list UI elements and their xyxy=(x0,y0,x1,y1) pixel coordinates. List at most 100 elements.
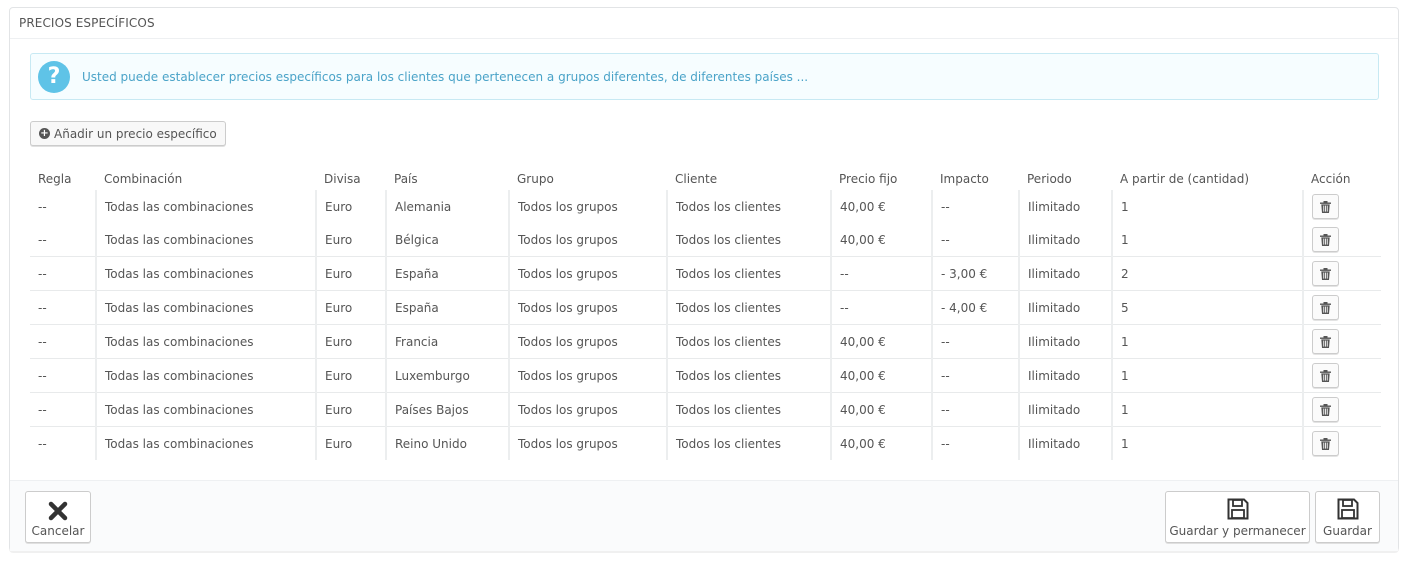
cell-pais: Países Bajos xyxy=(385,392,509,427)
delete-button[interactable] xyxy=(1312,261,1339,286)
save-button[interactable]: Guardar xyxy=(1315,491,1380,543)
cell-combinacion: Todas las combinaciones xyxy=(95,190,316,223)
cell-grupo: Todos los grupos xyxy=(508,223,667,257)
cell-impacto: -- xyxy=(931,392,1019,427)
cell-cantidad: 1 xyxy=(1111,190,1303,223)
cell-precio-fijo: 40,00 € xyxy=(830,426,932,460)
cell-pais: España xyxy=(385,256,509,291)
cell-periodo: Ilimitado xyxy=(1018,392,1112,427)
specific-prices-table: Regla Combinación Divisa País Grupo Clie… xyxy=(30,168,1381,460)
cancel-button[interactable]: Cancelar xyxy=(25,491,91,543)
delete-button[interactable] xyxy=(1312,295,1339,320)
cell-precio-fijo: 40,00 € xyxy=(830,392,932,427)
cell-precio-fijo: -- xyxy=(830,256,932,291)
cell-combinacion: Todas las combinaciones xyxy=(95,223,316,257)
header-precio-fijo: Precio fijo xyxy=(839,172,898,186)
panel-footer: Cancelar Guardar y permanecer Guardar xyxy=(10,480,1398,551)
trash-icon xyxy=(1320,403,1331,416)
cell-accion xyxy=(1302,290,1381,325)
cell-periodo: Ilimitado xyxy=(1018,190,1112,223)
cell-regla: -- xyxy=(38,199,47,214)
info-alert: ? Usted puede establecer precios específ… xyxy=(30,53,1379,100)
save-and-stay-button[interactable]: Guardar y permanecer xyxy=(1165,491,1310,543)
trash-icon xyxy=(1320,233,1331,246)
cell-periodo: Ilimitado xyxy=(1018,358,1112,393)
delete-button[interactable] xyxy=(1312,329,1339,354)
table-header-row: Regla Combinación Divisa País Grupo Clie… xyxy=(30,168,1381,190)
trash-icon xyxy=(1320,369,1331,382)
cell-grupo: Todos los grupos xyxy=(508,358,667,393)
cell-cliente: Todos los clientes xyxy=(666,392,831,427)
cell-periodo: Ilimitado xyxy=(1018,256,1112,291)
cell-regla: -- xyxy=(38,334,47,349)
header-regla: Regla xyxy=(38,172,72,186)
cell-impacto: -- xyxy=(931,324,1019,359)
cell-pais: España xyxy=(385,290,509,325)
table-row: -- Todas las combinaciones Euro Reino Un… xyxy=(30,426,1381,460)
cell-pais: Reino Unido xyxy=(385,426,509,460)
cell-divisa: Euro xyxy=(315,256,386,291)
cell-precio-fijo: -- xyxy=(830,290,932,325)
floppy-disk-icon xyxy=(1227,498,1248,520)
cell-grupo: Todos los grupos xyxy=(508,290,667,325)
cell-divisa: Euro xyxy=(315,324,386,359)
cell-cantidad: 1 xyxy=(1111,392,1303,427)
delete-button[interactable] xyxy=(1312,431,1339,456)
close-icon xyxy=(48,501,68,521)
cell-cliente: Todos los clientes xyxy=(666,190,831,223)
cancel-label: Cancelar xyxy=(31,524,85,538)
cell-cliente: Todos los clientes xyxy=(666,324,831,359)
trash-icon xyxy=(1320,301,1331,314)
cell-cantidad: 1 xyxy=(1111,426,1303,460)
cell-periodo: Ilimitado xyxy=(1018,223,1112,257)
cell-cliente: Todos los clientes xyxy=(666,256,831,291)
cell-impacto: -- xyxy=(931,358,1019,393)
cell-pais: Alemania xyxy=(385,190,509,223)
save-label: Guardar xyxy=(1323,524,1372,538)
cell-grupo: Todos los grupos xyxy=(508,426,667,460)
cell-accion xyxy=(1302,392,1381,427)
cell-divisa: Euro xyxy=(315,426,386,460)
cell-combinacion: Todas las combinaciones xyxy=(95,324,316,359)
cell-accion xyxy=(1302,223,1381,257)
cell-accion xyxy=(1302,190,1381,223)
cell-regla: -- xyxy=(38,368,47,383)
trash-icon xyxy=(1320,200,1331,213)
header-combinacion: Combinación xyxy=(104,172,183,186)
add-specific-price-button[interactable]: + Añadir un precio específico xyxy=(30,121,226,146)
cell-divisa: Euro xyxy=(315,392,386,427)
delete-button[interactable] xyxy=(1312,397,1339,422)
cell-pais: Luxemburgo xyxy=(385,358,509,393)
trash-icon xyxy=(1320,267,1331,280)
cell-regla: -- xyxy=(38,266,47,281)
delete-button[interactable] xyxy=(1312,227,1339,252)
delete-button[interactable] xyxy=(1312,194,1339,219)
cell-pais: Francia xyxy=(385,324,509,359)
cell-combinacion: Todas las combinaciones xyxy=(95,256,316,291)
cell-precio-fijo: 40,00 € xyxy=(830,190,932,223)
header-accion: Acción xyxy=(1311,172,1351,186)
cell-impacto: - 3,00 € xyxy=(931,256,1019,291)
floppy-disk-icon xyxy=(1337,498,1358,520)
save-and-stay-label: Guardar y permanecer xyxy=(1169,524,1306,538)
cell-cantidad: 1 xyxy=(1111,358,1303,393)
cell-precio-fijo: 40,00 € xyxy=(830,223,932,257)
header-cantidad: A partir de (cantidad) xyxy=(1120,172,1250,186)
cell-impacto: -- xyxy=(931,223,1019,257)
table-row: -- Todas las combinaciones Euro Países B… xyxy=(30,392,1381,427)
cell-divisa: Euro xyxy=(315,358,386,393)
cell-combinacion: Todas las combinaciones xyxy=(95,290,316,325)
cell-regla: -- xyxy=(38,232,47,247)
cell-grupo: Todos los grupos xyxy=(508,256,667,291)
cell-cliente: Todos los clientes xyxy=(666,290,831,325)
cell-cliente: Todos los clientes xyxy=(666,223,831,257)
cell-cantidad: 1 xyxy=(1111,324,1303,359)
delete-button[interactable] xyxy=(1312,363,1339,388)
header-periodo: Periodo xyxy=(1027,172,1072,186)
cell-precio-fijo: 40,00 € xyxy=(830,358,932,393)
cell-combinacion: Todas las combinaciones xyxy=(95,392,316,427)
specific-prices-panel: PRECIOS ESPECÍFICOS ? Usted puede establ… xyxy=(9,7,1399,551)
cell-divisa: Euro xyxy=(315,223,386,257)
cell-cliente: Todos los clientes xyxy=(666,426,831,460)
table-row: -- Todas las combinaciones Euro España T… xyxy=(30,290,1381,325)
